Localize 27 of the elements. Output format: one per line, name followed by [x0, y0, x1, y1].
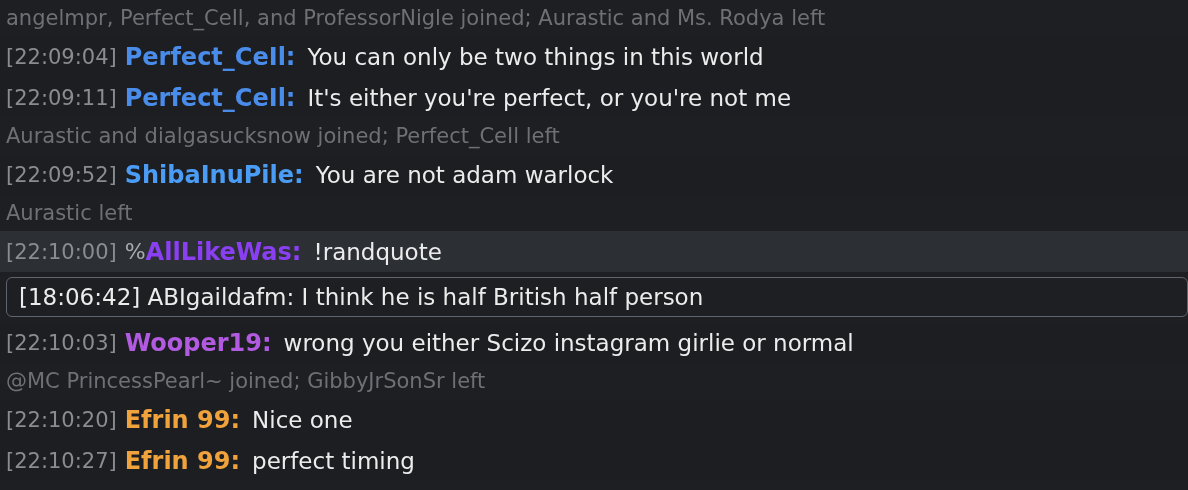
message-text: perfect timing	[252, 447, 415, 474]
timestamp: [22:09:52]	[6, 162, 117, 187]
message-text: wrong you either Scizo instagram girlie or normal	[283, 329, 854, 356]
message-text: !randquote	[313, 238, 442, 265]
timestamp: [22:09:11]	[6, 85, 117, 110]
username[interactable]: Efrin 99:	[124, 405, 241, 434]
timestamp: [22:10:27]	[6, 448, 117, 473]
username[interactable]: Perfect_CeIl:	[124, 42, 296, 71]
timestamp: [22:10:20]	[6, 407, 117, 432]
join-leave-notice: angelmpr, Perfect_CeIl, and ProfessorNigle joined; Aurastic and Ms. Rodya left	[6, 6, 826, 30]
quote-box: [18:06:42] ABIgaildafm: I think he is half British half person	[6, 277, 1188, 317]
username[interactable]: Efrin 99:	[124, 446, 241, 475]
message-text: You can only be two things in this world	[307, 43, 764, 70]
join-leave-notice: Aurastic and dialgasucksnow joined; Perfect_CeIl left	[6, 124, 560, 148]
user-rank: %	[124, 239, 146, 264]
username[interactable]: Perfect_CeIl:	[124, 83, 296, 112]
username[interactable]: ShibaInuPile:	[124, 160, 304, 189]
message-text: It's either you're perfect, or you're not me	[307, 84, 792, 111]
message-text: You are not adam warlock	[315, 161, 614, 188]
timestamp: [22:09:04]	[6, 44, 117, 69]
join-leave-notice: Aurastic left	[6, 201, 133, 225]
timestamp: [22:10:03]	[6, 330, 117, 355]
join-leave-notice: @MC PrincessPearl~ joined; GibbyJrSonSr left	[6, 369, 486, 393]
username[interactable]: AllLikeWas:	[145, 237, 302, 266]
message-text: Nice one	[252, 406, 353, 433]
username[interactable]: Wooper19:	[124, 328, 272, 357]
timestamp: [22:10:00]	[6, 239, 117, 264]
